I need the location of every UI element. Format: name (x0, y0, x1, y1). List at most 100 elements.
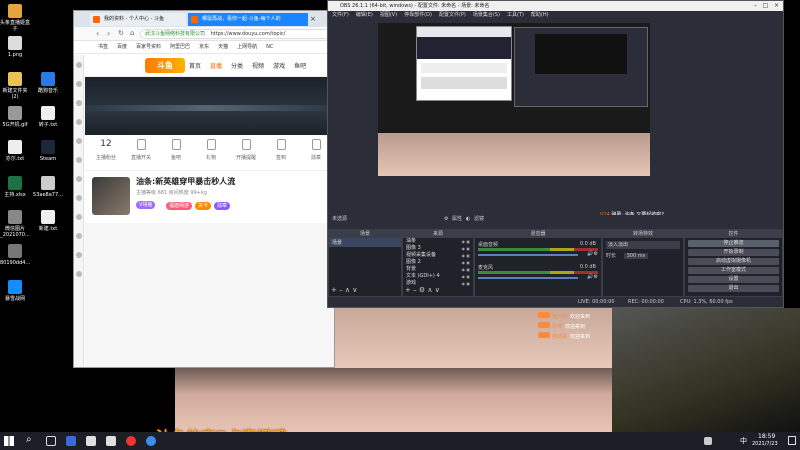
bookmark-item[interactable]: 百度 (117, 44, 127, 50)
maximize-icon[interactable]: □ (763, 2, 769, 9)
app-icon-3[interactable] (106, 436, 116, 446)
room-card[interactable]: 油条:新英雄穿甲暴击秒人流 主播等级 681 房间热度 99+kg V领袖 福建… (88, 173, 330, 219)
browser-tab-2[interactable]: 哪鼠再战，看你一起-斗鱼-每个人的 (188, 13, 308, 26)
clock-time[interactable]: 18:59 (758, 433, 775, 440)
filters-button[interactable]: 滤镜 (474, 215, 484, 224)
minimize-icon[interactable]: – (754, 2, 757, 9)
source-item[interactable]: 图像 2 ◉ ▣ (403, 259, 473, 266)
language-indicator[interactable]: 中 (740, 436, 747, 446)
stat-item[interactable]: 礼物 (194, 139, 228, 161)
bookmark-item[interactable]: 百家号资料 (136, 44, 161, 50)
obs-menu-item[interactable]: 编辑(E) (356, 12, 373, 18)
obs-menu-item[interactable]: 视图(V) (380, 12, 397, 18)
visibility-lock-icon[interactable]: ◉ ▣ (461, 252, 470, 259)
obs-control-button[interactable]: 设置 (688, 276, 779, 283)
desktop-icon[interactable]: 新建文件夹(2) (0, 72, 30, 100)
visibility-lock-icon[interactable]: ◉ ▣ (461, 238, 470, 245)
site-nav-item[interactable]: 直播 (210, 63, 222, 70)
obs-menu-item[interactable]: 帮助(H) (531, 12, 549, 18)
app-icon-1[interactable] (66, 436, 76, 446)
room-tag[interactable]: 勋章 (214, 202, 231, 210)
site-nav-item[interactable]: 游戏 (273, 63, 285, 70)
app-icon-5[interactable] (146, 436, 156, 446)
up-icon[interactable]: ∧ (345, 286, 350, 294)
app-icon-4[interactable] (126, 436, 136, 446)
bookmark-item[interactable]: 天猫 (218, 44, 228, 50)
stat-item[interactable]: 直播开关 (124, 139, 158, 161)
chat-user[interactable]: 自动看 (552, 334, 567, 340)
bookmark-item[interactable]: 阿里巴巴 (170, 44, 190, 50)
back-icon[interactable]: ‹ (96, 29, 99, 38)
visibility-lock-icon[interactable]: ◉ ▣ (461, 266, 470, 273)
obs-control-button[interactable]: 停止推流 (688, 240, 779, 247)
remove-icon[interactable]: – (339, 286, 343, 294)
properties-button[interactable]: 属性 (452, 215, 462, 224)
clock-date[interactable]: 2021/7/23 (752, 441, 778, 447)
tab-close-icon[interactable]: × (310, 15, 318, 23)
search-icon[interactable]: ⌕ (26, 434, 32, 445)
obs-menu-item[interactable]: 停靠部件(D) (404, 12, 432, 18)
douyu-logo[interactable]: 斗鱼 (145, 58, 185, 73)
obs-menu-item[interactable]: 配置文件(P) (439, 12, 466, 18)
url-bar[interactable]: 武汉斗鱼网络科技有限公司 https://www.douyu.com/topic… (140, 29, 330, 39)
desktop-icon[interactable]: Steam (33, 140, 63, 162)
close-icon[interactable]: × (774, 2, 779, 9)
down-icon[interactable]: ∨ (435, 286, 440, 294)
app-icon-2[interactable] (86, 436, 96, 446)
obs-menu-item[interactable]: 工具(T) (507, 12, 524, 18)
visibility-lock-icon[interactable]: ◉ ▣ (461, 259, 470, 266)
bookmark-item[interactable]: NC (266, 44, 273, 50)
stat-item[interactable]: 开播提醒 (229, 139, 263, 161)
source-item[interactable]: 油条 ◉ ▣ (403, 238, 473, 245)
down-icon[interactable]: ∨ (352, 286, 357, 294)
bookmark-item[interactable]: 上网导航 (237, 44, 257, 50)
add-icon[interactable]: + (331, 286, 337, 294)
refresh-icon[interactable]: ↻ (118, 29, 124, 37)
chat-user[interactable]: 迷人的 (552, 314, 567, 320)
room-tag[interactable]: 福建网游 (166, 202, 193, 210)
source-item[interactable]: 视频采集设备 ◉ ▣ (403, 252, 473, 259)
desktop-icon[interactable]: 新建.txt (33, 210, 63, 232)
visibility-lock-icon[interactable]: ◉ ▣ (461, 245, 470, 252)
obs-menu-item[interactable]: 文件(F) (332, 12, 349, 18)
desktop-icon[interactable]: 53ae8a77... (33, 176, 63, 198)
obs-control-button[interactable]: 工作室模式 (688, 267, 779, 274)
home-icon[interactable]: ⌂ (130, 29, 134, 37)
site-nav-item[interactable]: 鱼吧 (294, 63, 306, 70)
site-nav-item[interactable]: 首页 (189, 63, 201, 70)
site-nav-item[interactable]: 视频 (252, 63, 264, 70)
gear-icon[interactable]: ⚙ (444, 215, 448, 224)
volume-slider[interactable] (478, 254, 578, 256)
desktop-icon[interactable]: 5G开机.gif (0, 106, 30, 128)
source-item[interactable]: 背景 ◉ ▣ (403, 266, 473, 273)
transition-select[interactable]: 淡入淡出 (606, 241, 680, 249)
visibility-lock-icon[interactable]: ◉ ▣ (461, 273, 470, 280)
desktop-icon[interactable]: 转子.txt (33, 106, 63, 128)
speaker-icon[interactable]: 🔊⚙ (587, 251, 598, 257)
volume-slider[interactable] (478, 277, 578, 279)
obs-control-button[interactable]: 启动虚拟摄像机 (688, 258, 779, 265)
browser-tab-1[interactable]: 我的资料 - 个人中心 - 斗鱼 (90, 13, 186, 26)
chat-user[interactable]: 冷锋 (552, 324, 562, 330)
bookmark-item[interactable]: 京东 (199, 44, 209, 50)
streamer-avatar[interactable] (92, 177, 130, 215)
desktop-icon[interactable]: 微信图片_2021070... (0, 210, 30, 238)
desktop-icon[interactable]: 头条直播姬盒子 (0, 4, 30, 32)
stat-item[interactable]: 12 主播粉丝 (89, 139, 123, 161)
source-item[interactable]: 图像 3 ◉ ▣ (403, 245, 473, 252)
tray-icon[interactable] (704, 437, 712, 445)
windows-start-icon[interactable] (4, 436, 14, 446)
bookmark-item[interactable]: 书签 (98, 44, 108, 50)
scene-item[interactable]: 场景 (329, 238, 401, 247)
up-icon[interactable]: ∧ (427, 286, 432, 294)
room-tag[interactable]: 关卡 (195, 202, 212, 210)
desktop-icon[interactable]: 酷狗音乐 (33, 72, 63, 94)
desktop-icon[interactable]: 1.png (0, 36, 30, 58)
desktop-icon[interactable]: 80190dd4... (0, 244, 30, 266)
site-nav-item[interactable]: 分类 (231, 63, 243, 70)
task-view-icon[interactable] (46, 436, 56, 446)
source-item[interactable]: 文本 (GDI+) 4 ◉ ▣ (403, 273, 473, 280)
stat-item[interactable]: 鱼吧 (159, 139, 193, 161)
obs-control-button[interactable]: 开始录制 (688, 249, 779, 256)
desktop-icon[interactable]: 主持.xlsx (0, 176, 30, 198)
